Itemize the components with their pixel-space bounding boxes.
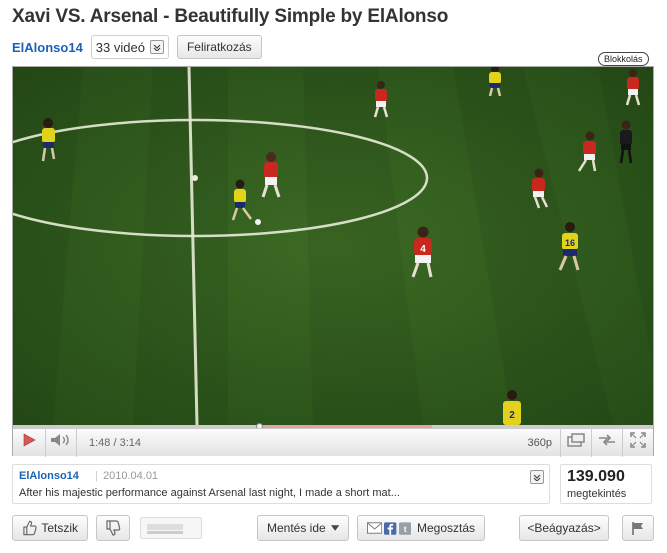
- dislike-button[interactable]: [96, 515, 130, 541]
- video-count-label: 33 videó: [95, 39, 145, 55]
- flag-button[interactable]: [622, 515, 654, 541]
- save-label: Mentés ide: [267, 521, 326, 535]
- rating-dislikes: [147, 531, 183, 534]
- view-count-box: 139.090 megtekintés: [560, 464, 652, 504]
- svg-text:t: t: [403, 523, 406, 533]
- flag-icon: [632, 522, 643, 535]
- fullscreen-button[interactable]: [623, 429, 653, 457]
- like-label: Tetszik: [41, 521, 78, 535]
- play-icon: [22, 433, 36, 452]
- video-player: 4 16 2 1:48 / 3:14 360p: [12, 66, 654, 457]
- uploader-link[interactable]: ElAlonso14: [19, 470, 79, 482]
- volume-button[interactable]: [46, 429, 76, 457]
- info-divider: |: [95, 470, 98, 482]
- video-count-dropdown[interactable]: 33 videó: [90, 35, 169, 59]
- fullscreen-icon: [630, 432, 646, 453]
- time-display: 1:48 / 3:14: [89, 436, 141, 449]
- channel-row: ElAlonso14 33 videó Feliratkozás: [12, 34, 262, 60]
- facebook-icon: [384, 521, 397, 535]
- email-icon: [367, 522, 383, 534]
- subscribe-button[interactable]: Feliratkozás: [176, 35, 262, 59]
- jersey-number: 2: [509, 410, 515, 421]
- view-count-label: megtekintés: [567, 488, 627, 500]
- popout-button[interactable]: [592, 429, 622, 457]
- channel-link[interactable]: ElAlonso14: [12, 40, 83, 55]
- chevron-down-icon: [533, 474, 541, 481]
- expand-description-button[interactable]: [530, 470, 544, 484]
- twitter-icon: t: [398, 521, 411, 535]
- thumbs-up-icon: [23, 520, 37, 536]
- separator: [76, 428, 77, 457]
- video-scene: 4 16 2: [13, 67, 653, 425]
- like-button[interactable]: Tetszik: [12, 515, 88, 541]
- widescreen-button[interactable]: [561, 429, 591, 457]
- jersey-number: 4: [420, 244, 426, 255]
- thumbs-down-icon: [106, 520, 121, 536]
- widescreen-icon: [567, 433, 585, 452]
- share-button[interactable]: t Megosztás: [357, 515, 485, 541]
- embed-button[interactable]: <Beágyazás>: [519, 515, 609, 541]
- player-controls: 1:48 / 3:14 360p: [13, 428, 653, 457]
- chevron-down-icon: [149, 40, 164, 54]
- jersey-number: 16: [565, 238, 575, 248]
- quality-button[interactable]: 360p: [520, 437, 560, 449]
- block-button[interactable]: Blokkolás: [598, 52, 649, 66]
- upload-date: 2010.04.01: [103, 470, 159, 482]
- play-button[interactable]: [13, 429, 45, 457]
- rating-likes: [147, 524, 183, 530]
- ball: [255, 219, 261, 225]
- volume-icon: [50, 433, 72, 452]
- rating-bar: [140, 517, 202, 539]
- popout-icon: [598, 433, 616, 452]
- video-info-box: ElAlonso14 | 2010.04.01 After his majest…: [12, 464, 550, 504]
- video-frame[interactable]: 4 16 2: [13, 67, 653, 425]
- action-bar: Tetszik Mentés ide t Megosztás <Beágyazá…: [12, 515, 654, 541]
- view-count: 139.090: [567, 468, 625, 485]
- video-description: After his majestic performance against A…: [19, 487, 400, 499]
- video-title: Xavi VS. Arsenal - Beautifully Simple by…: [12, 6, 449, 27]
- center-spot: [192, 175, 198, 181]
- save-to-button[interactable]: Mentés ide: [257, 515, 349, 541]
- dropdown-arrow-icon: [330, 525, 339, 531]
- share-label: Megosztás: [416, 521, 475, 535]
